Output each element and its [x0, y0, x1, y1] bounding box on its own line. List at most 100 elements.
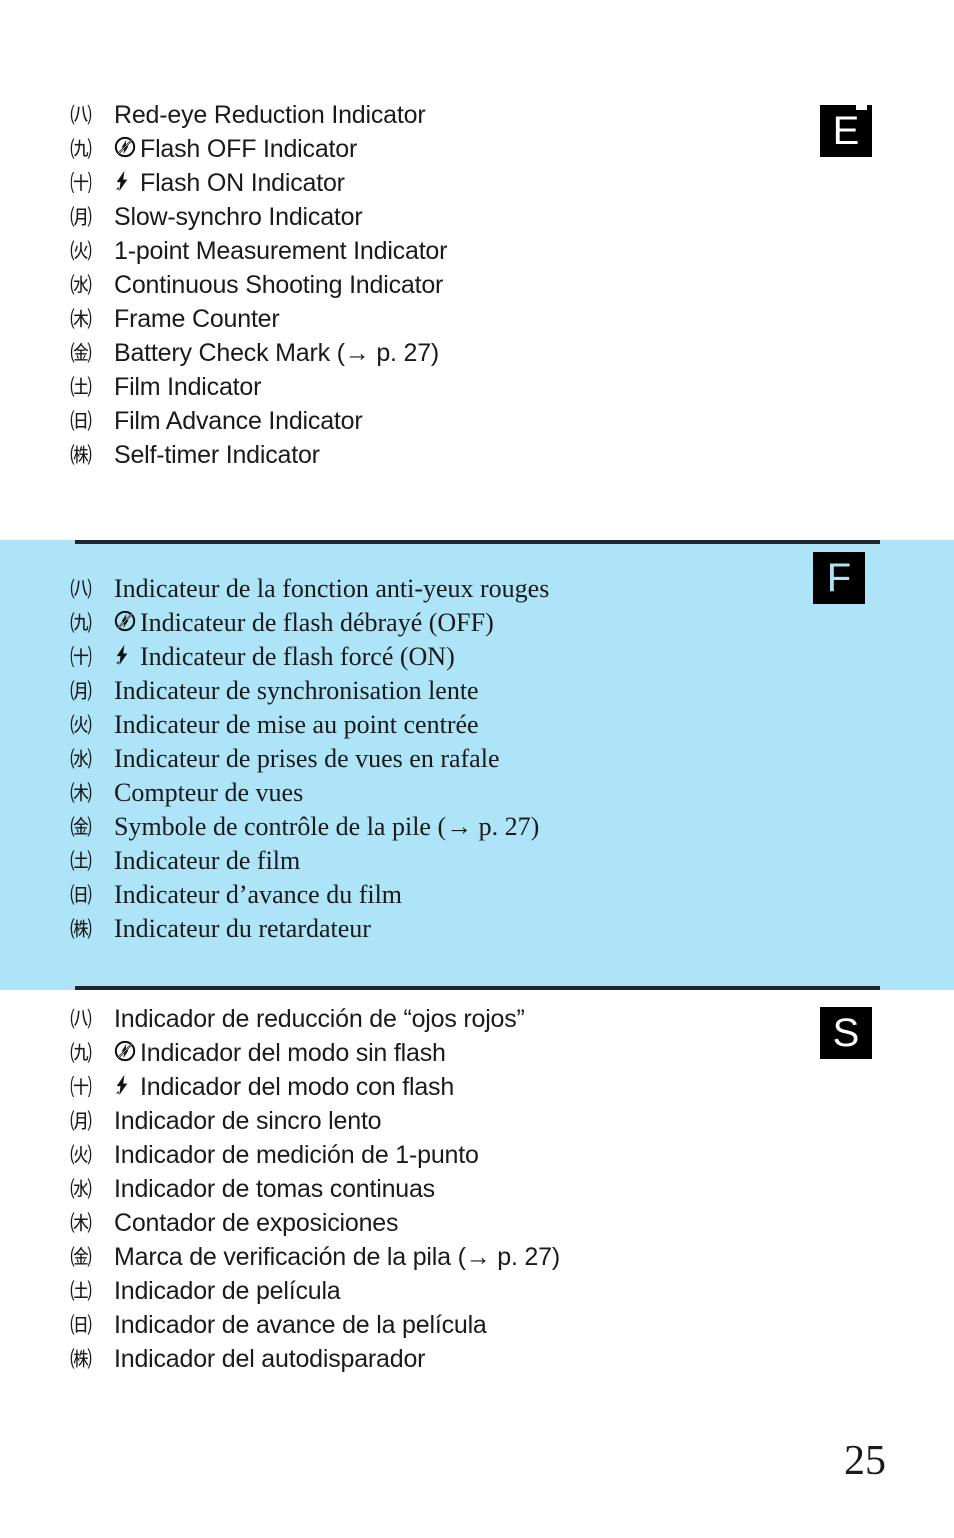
item-label: Continuous Shooting Indicator: [114, 271, 444, 299]
item-label: Indicateur de flash débrayé (OFF): [140, 608, 494, 637]
item-label: Indicateur de prises de vues en rafale: [114, 744, 500, 773]
item-number: ㈭: [70, 307, 92, 332]
list-item: ㈬ Indicador de tomas continuas: [70, 1172, 560, 1206]
item-label: Indicateur de flash forcé (ON): [140, 642, 455, 671]
item-label: Indicador de tomas continuas: [114, 1175, 435, 1203]
language-section-spanish: ㈧ Indicador de reducción de “ojos rojos” ㈨…: [0, 990, 954, 1410]
item-number: ㈫: [70, 239, 92, 264]
item-label: Indicador del modo con flash: [140, 1073, 455, 1101]
item-number: ㈨: [70, 611, 93, 636]
list-item: ㈧ Indicador de reducción de “ojos rojos”: [70, 1002, 560, 1036]
flash-off-icon: [114, 610, 140, 632]
item-label: Symbole de contrôle de la pile (→ p. 27): [114, 812, 540, 841]
list-item: ㈨ Flash OFF Indicator: [70, 132, 447, 166]
list-item: ㈱ Indicateur du retardateur: [70, 912, 549, 946]
list-item: ㈯ Film Indicator: [70, 370, 447, 404]
item-number: ㈨: [70, 137, 92, 162]
list-item: ㈫ 1-point Measurement Indicator: [70, 234, 447, 268]
language-section-english: ㈧ Red-eye Reduction Indicator ㈨ Flash OFF I…: [0, 0, 954, 540]
item-label: Indicateur de la fonction anti-yeux roug…: [114, 574, 550, 603]
item-number: ㈨: [70, 1041, 92, 1066]
item-label: Flash OFF Indicator: [140, 135, 358, 163]
item-number: ㈮: [70, 341, 92, 366]
indicator-list-english: ㈧ Red-eye Reduction Indicator ㈨ Flash OFF I…: [70, 98, 447, 472]
list-item: ㈪ Indicador de sincro lento: [70, 1104, 560, 1138]
item-number: ㈭: [70, 1211, 92, 1236]
item-label: Film Advance Indicator: [114, 407, 363, 435]
flash-on-icon: [114, 1074, 140, 1096]
list-item: ㈭ Frame Counter: [70, 302, 447, 336]
indicator-list-french: ㈧ Indicateur de la fonction anti-yeux rou…: [70, 572, 549, 946]
list-item: ㈮ Battery Check Mark (→ p. 27): [70, 336, 447, 370]
list-item: ㈨ Indicador del modo sin flash: [70, 1036, 560, 1070]
list-item: ㈬ Indicateur de prises de vues en rafale: [70, 742, 549, 776]
item-number: ㈮: [70, 1245, 92, 1270]
item-number: ㈩: [70, 645, 93, 670]
flash-on-icon: [114, 644, 140, 666]
language-badge-letter: E: [832, 109, 860, 153]
list-item: ㈩ Indicateur de flash forcé (ON): [70, 640, 549, 674]
list-item: ㈬ Continuous Shooting Indicator: [70, 268, 447, 302]
item-label: Compteur de vues: [114, 778, 304, 807]
list-item: ㈮ Symbole de contrôle de la pile (→ p. 27…: [70, 810, 549, 844]
item-label: Indicador del autodisparador: [114, 1345, 426, 1373]
item-number: ㈯: [70, 375, 92, 400]
list-item: ㈩ Indicador del modo con flash: [70, 1070, 560, 1104]
list-item: ㈱ Self-timer Indicator: [70, 438, 447, 472]
list-item: ㈰ Indicador de avance de la película: [70, 1308, 560, 1342]
list-item: ㈰ Indicateur d’avance du film: [70, 878, 549, 912]
list-item: ㈯ Indicateur de film: [70, 844, 549, 878]
item-label: 1-point Measurement Indicator: [114, 237, 448, 265]
item-number: ㈰: [70, 883, 93, 908]
list-item: ㈧ Red-eye Reduction Indicator: [70, 98, 447, 132]
item-number: ㈱: [70, 917, 93, 942]
list-item: ㈮ Marca de verificación de la pila (→ p. …: [70, 1240, 560, 1274]
item-number: ㈩: [70, 1075, 92, 1100]
item-label: Indicador del modo sin flash: [140, 1039, 446, 1067]
item-label: Frame Counter: [114, 305, 280, 333]
item-number: ㈪: [70, 205, 92, 230]
item-number: ㈫: [70, 1143, 92, 1168]
item-number: ㈯: [70, 849, 93, 874]
language-badge-spanish: S: [820, 1007, 872, 1059]
section-divider-rule-top: [75, 540, 880, 544]
badge-notch: [856, 105, 867, 110]
item-label: Red-eye Reduction Indicator: [114, 101, 426, 129]
list-item: ㈫ Indicador de medición de 1-punto: [70, 1138, 560, 1172]
item-number: ㈧: [70, 577, 93, 602]
list-item: ㈫ Indicateur de mise au point centrée: [70, 708, 549, 742]
item-label: Contador de exposiciones: [114, 1209, 399, 1237]
list-item: ㈭ Compteur de vues: [70, 776, 549, 810]
item-number: ㈧: [70, 1007, 92, 1032]
item-label: Indicateur de synchronisation lente: [114, 676, 479, 705]
list-item: ㈪ Slow-synchro Indicator: [70, 200, 447, 234]
item-label: Indicador de sincro lento: [114, 1107, 382, 1135]
flash-off-icon: [114, 1040, 140, 1062]
item-label: Flash ON Indicator: [140, 169, 345, 197]
item-number: ㈰: [70, 409, 92, 434]
list-item: ㈯ Indicador de película: [70, 1274, 560, 1308]
language-section-french: ㈧ Indicateur de la fonction anti-yeux rou…: [0, 540, 954, 990]
language-badge-english: E: [820, 105, 872, 157]
list-item: ㈰ Film Advance Indicator: [70, 404, 447, 438]
item-label: Marca de verificación de la pila (→ p. 2…: [114, 1243, 560, 1271]
item-number: ㈰: [70, 1313, 92, 1338]
item-label: Indicateur de film: [114, 846, 301, 875]
item-number: ㈬: [70, 747, 93, 772]
section-divider-rule-bottom: [75, 986, 880, 990]
list-item: ㈭ Contador de exposiciones: [70, 1206, 560, 1240]
list-item: ㈩ Flash ON Indicator: [70, 166, 447, 200]
item-label: Indicateur du retardateur: [114, 914, 371, 943]
item-label: Film Indicator: [114, 373, 262, 401]
item-label: Indicador de avance de la película: [114, 1311, 487, 1339]
flash-off-icon: [114, 136, 140, 158]
item-label: Indicador de medición de 1-punto: [114, 1141, 479, 1169]
item-number: ㈬: [70, 273, 92, 298]
item-number: ㈭: [70, 781, 93, 806]
item-label: Indicateur de mise au point centrée: [114, 710, 479, 739]
item-label: Battery Check Mark (→ p. 27): [114, 339, 440, 367]
item-label: Indicador de película: [114, 1277, 341, 1305]
flash-on-icon: [114, 170, 140, 192]
item-number: ㈧: [70, 103, 92, 128]
language-badge-letter: F: [826, 556, 852, 600]
